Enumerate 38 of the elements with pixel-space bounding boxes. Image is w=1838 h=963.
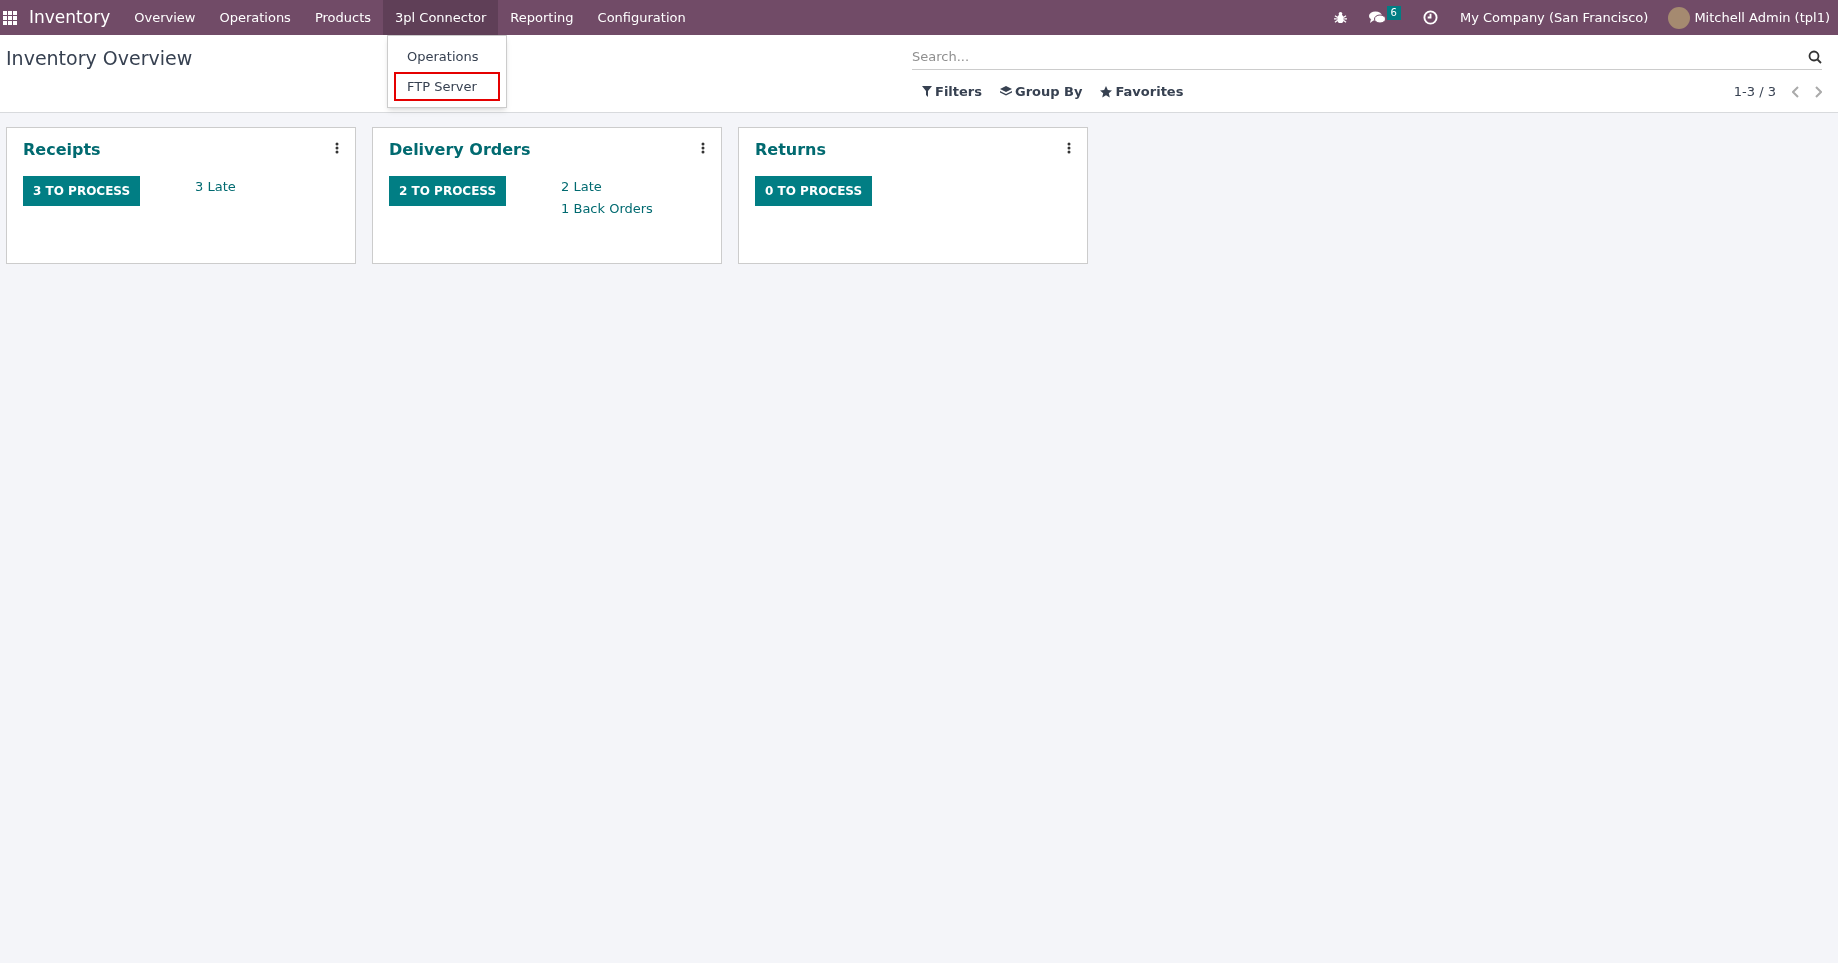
kebab-menu-icon[interactable] (1067, 142, 1071, 154)
star-icon (1100, 85, 1113, 98)
company-switcher[interactable]: My Company (San Francisco) (1459, 7, 1649, 28)
layers-icon (1000, 86, 1012, 98)
page-title: Inventory Overview (6, 46, 193, 71)
search-field[interactable]: Search... (912, 44, 1808, 69)
to-process-button[interactable]: 0 TO PROCESS (755, 176, 873, 206)
menu-item[interactable]: Configuration (585, 0, 698, 35)
to-process-button[interactable]: 3 TO PROCESS (23, 176, 141, 206)
status-link[interactable]: 2 Late (561, 177, 653, 197)
to-process-button[interactable]: 2 TO PROCESS (389, 176, 507, 206)
filter-toggle[interactable]: Filters (935, 82, 982, 102)
card-title[interactable]: Returns (755, 138, 826, 162)
status-link[interactable]: 1 Back Orders (561, 198, 653, 218)
filter-icon (922, 86, 932, 98)
status-link[interactable]: 3 Late (195, 177, 236, 197)
message-count-badge: 6 (1386, 5, 1401, 20)
menu-item[interactable]: Overview (122, 0, 208, 35)
menu-item[interactable]: Operations (207, 0, 303, 35)
chat-icon[interactable] (1368, 10, 1386, 25)
kebab-menu-icon[interactable] (335, 142, 339, 154)
card-title[interactable]: Receipts (23, 138, 101, 162)
dropdown-item[interactable]: FTP Server (394, 71, 501, 101)
user-menu[interactable]: Mitchell Admin (tpl1) (1694, 7, 1830, 28)
card-title[interactable]: Delivery Orders (389, 138, 531, 162)
clock-icon[interactable] (1422, 10, 1438, 25)
app-name[interactable]: Inventory (29, 4, 111, 31)
bug-icon[interactable] (1333, 11, 1347, 24)
menu-item[interactable]: Reporting (498, 0, 586, 35)
menu-item[interactable]: Products (302, 0, 384, 35)
search-icon[interactable] (1808, 49, 1822, 64)
kebab-menu-icon[interactable] (701, 142, 705, 154)
filter-toggle[interactable]: Favorites (1115, 82, 1184, 102)
filter-toggle[interactable]: Group By (1015, 82, 1083, 102)
pager-value[interactable]: 1-3 / 3 (1733, 82, 1776, 102)
dropdown-item[interactable]: Operations (394, 42, 501, 72)
apps-grid-icon[interactable] (3, 10, 17, 25)
menu-item[interactable]: 3pl Connector (383, 0, 499, 35)
